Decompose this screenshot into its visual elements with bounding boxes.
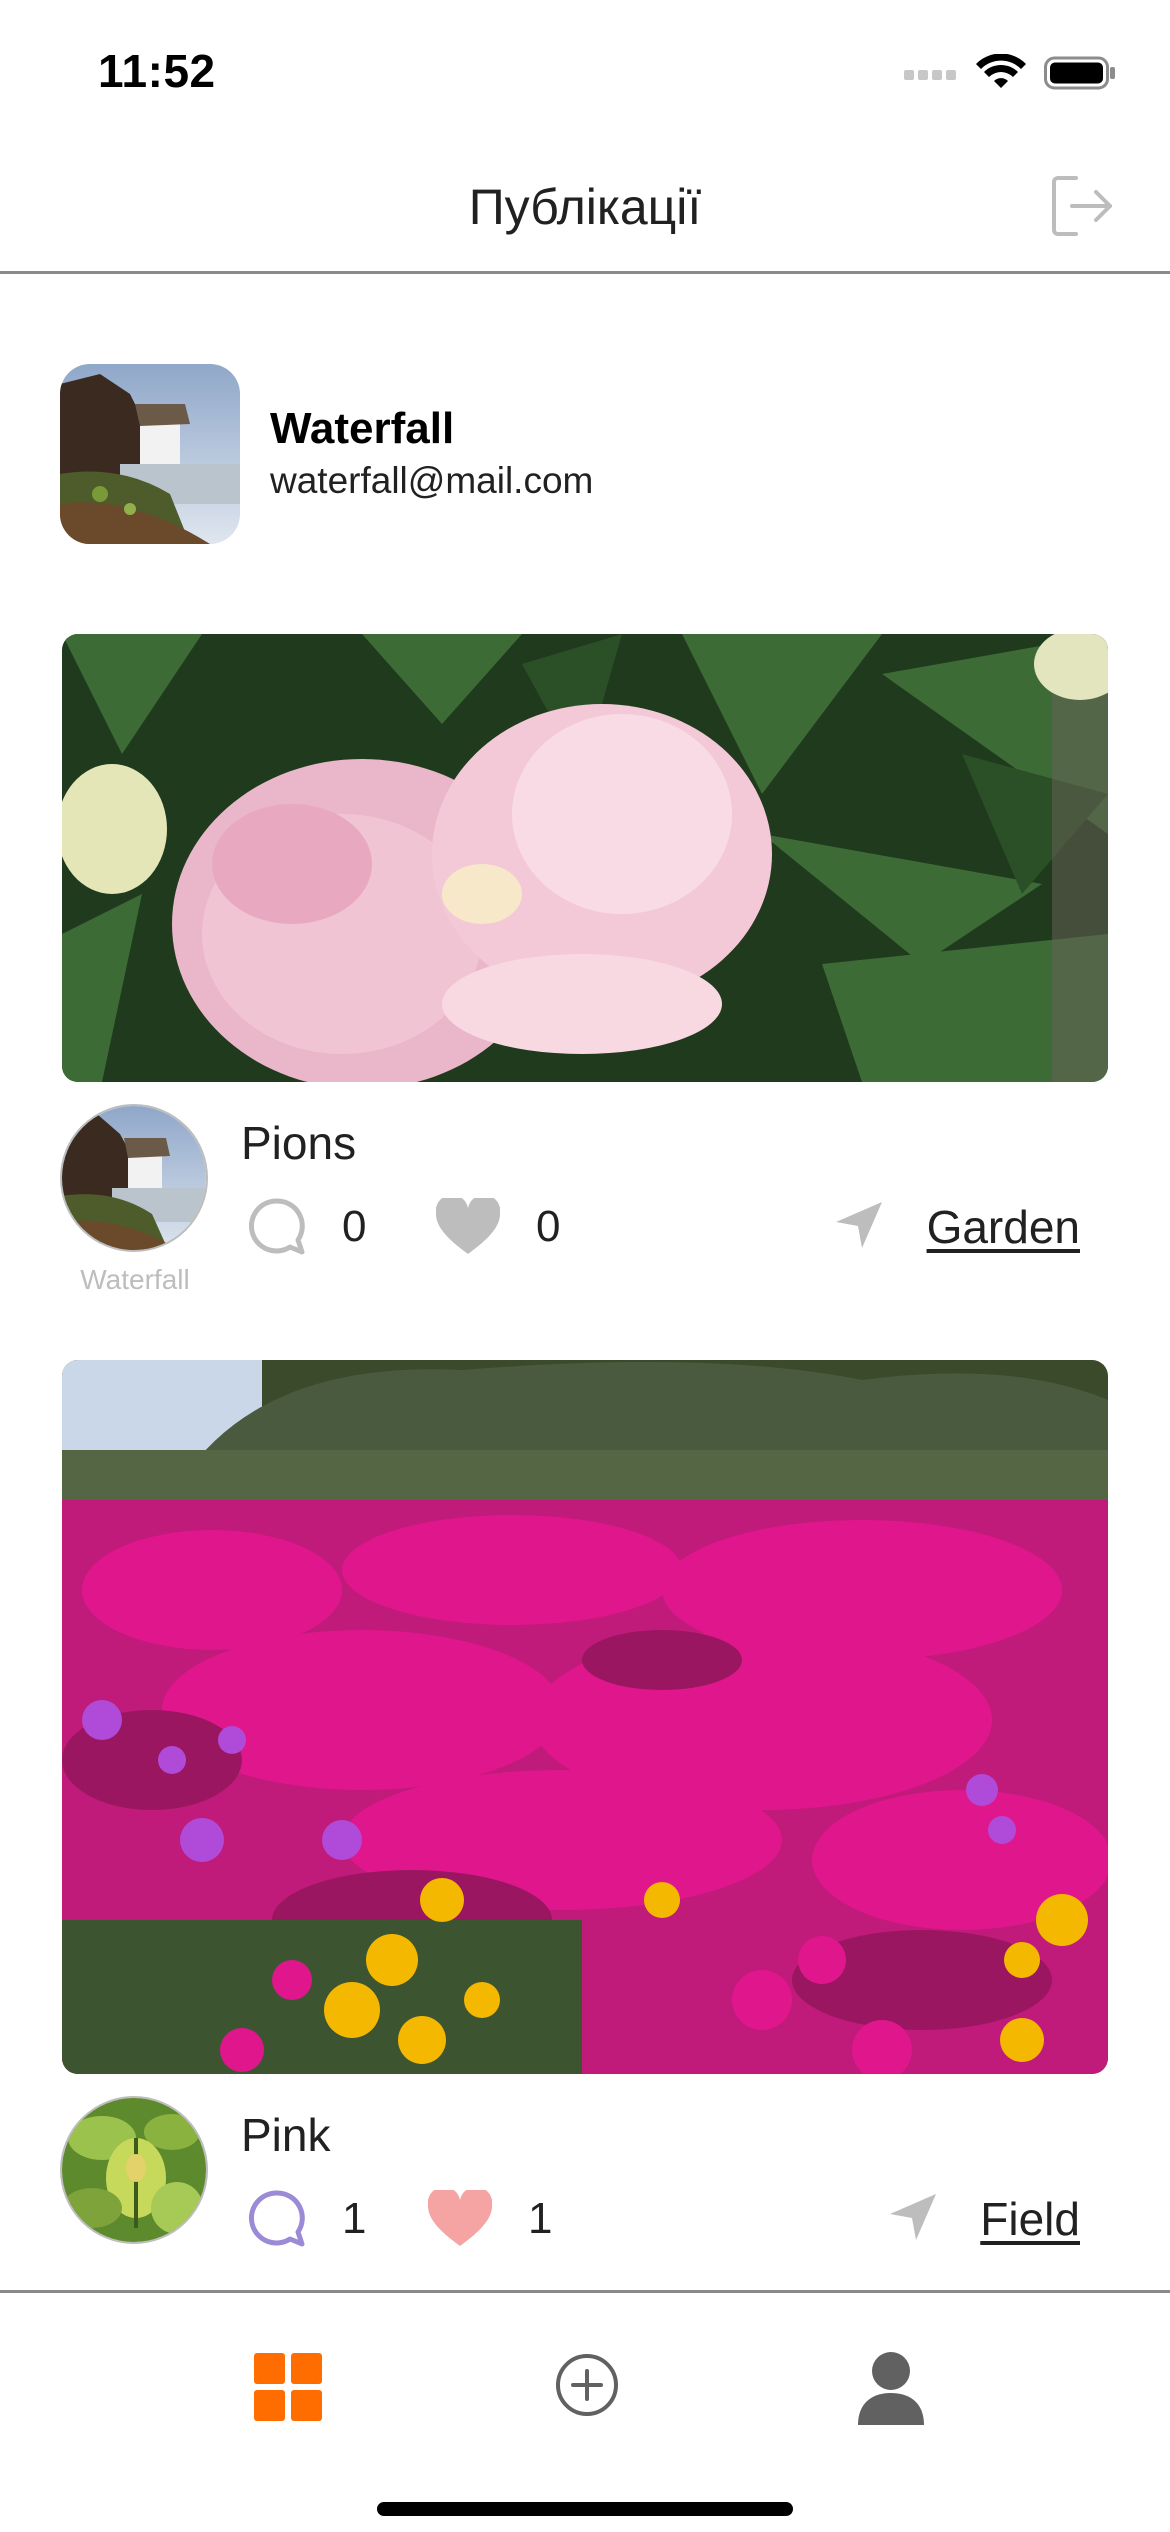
post-card: Waterfall Pions 0 0 Garden: [60, 634, 1110, 1314]
battery-icon: [1044, 56, 1115, 90]
post-image[interactable]: [62, 1360, 1108, 2074]
user-icon: [858, 2352, 924, 2425]
post-author-avatar[interactable]: [60, 1104, 208, 1252]
add-circle-icon: [556, 2354, 618, 2416]
logout-button[interactable]: [1046, 170, 1118, 242]
cellular-signal-icon: [904, 70, 956, 80]
like-icon[interactable]: [428, 2190, 492, 2248]
location-icon: [890, 2194, 936, 2240]
profile-avatar: [60, 364, 240, 544]
wifi-icon: [976, 54, 1026, 88]
post-author-name: Waterfall: [80, 1264, 190, 1295]
location-link[interactable]: Garden: [927, 1200, 1080, 1254]
comment-count: 0: [342, 1202, 367, 1251]
post-title: Pink: [241, 2109, 331, 2161]
comment-icon[interactable]: [246, 2188, 308, 2250]
location-link[interactable]: Field: [980, 2192, 1080, 2246]
user-profile-card: Waterfall waterfall@mail.com: [60, 364, 1110, 546]
home-indicator: [377, 2502, 793, 2516]
like-count: 0: [536, 1202, 561, 1251]
logout-icon: [1052, 176, 1112, 236]
post-image[interactable]: [62, 634, 1108, 1082]
status-time: 11:52: [98, 45, 216, 97]
like-count: 1: [528, 2194, 553, 2243]
tab-bar: [0, 2290, 1170, 2532]
tab-posts[interactable]: [252, 2351, 332, 2431]
status-icons: [904, 54, 1116, 92]
profile-email: waterfall@mail.com: [270, 460, 594, 501]
tab-create-post[interactable]: [553, 2351, 633, 2431]
status-bar: 11:52: [0, 0, 1170, 140]
comment-count: 1: [342, 2194, 367, 2243]
grid-icon: [254, 2353, 322, 2421]
post-title: Pions: [241, 1117, 357, 1169]
tab-profile[interactable]: [856, 2351, 936, 2431]
comment-icon[interactable]: [246, 1196, 308, 1258]
post-card: Pink 1 1 Field: [60, 1360, 1110, 2260]
location-icon: [836, 1202, 882, 1248]
profile-name: Waterfall: [270, 404, 455, 453]
post-author-avatar[interactable]: [60, 2096, 208, 2244]
like-icon[interactable]: [436, 1198, 500, 1256]
page-title: Публікації: [468, 179, 702, 235]
header: Публікації: [0, 140, 1170, 274]
